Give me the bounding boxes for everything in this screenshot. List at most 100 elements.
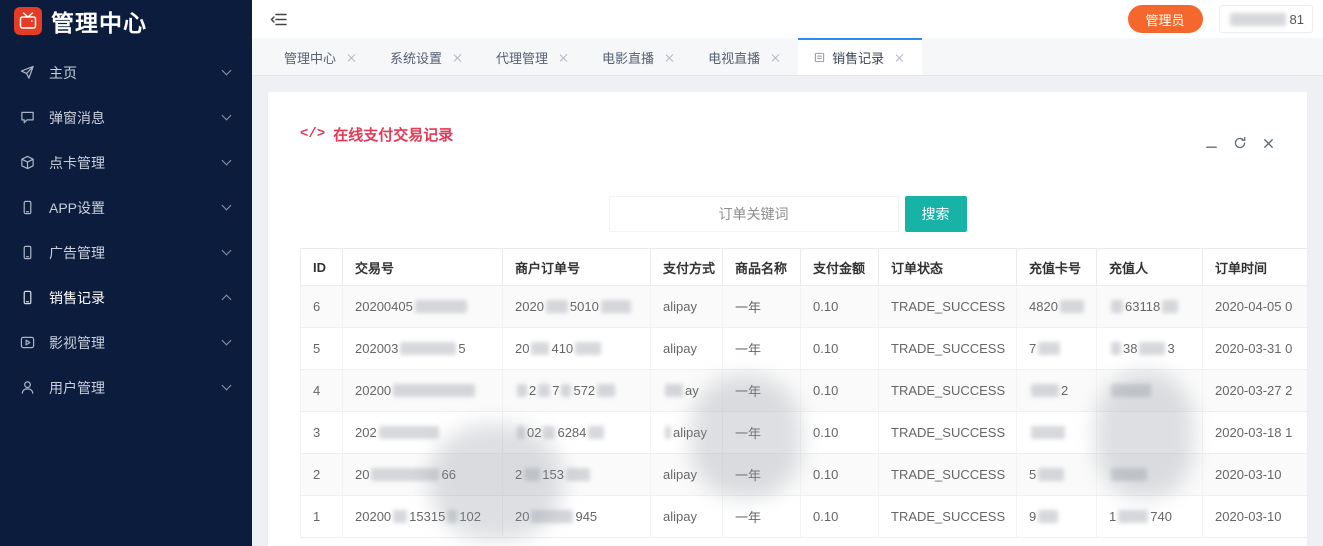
redacted-text [546,300,568,313]
redacted-text [1111,300,1123,313]
app-title: 管理中心 [51,4,147,38]
sidebar-item-sales-records[interactable]: 销售记录 [0,275,252,320]
table-cell: 20200405 [343,286,503,328]
table-cell: 0.10 [801,412,879,454]
chevron-down-icon [222,246,232,256]
table-cell: 4820 [1017,286,1097,328]
content-area: </> 在线支付交易记录 [252,76,1323,546]
table-cell: 383 [1097,328,1203,370]
close-icon[interactable] [558,52,570,64]
table-row: 220662153alipay一年0.10TRADE_SUCCESS52020-… [301,454,1308,496]
tab-management-center[interactable]: 管理中心 [268,38,374,75]
redacted-text [531,342,549,355]
sidebar-collapse-icon[interactable] [268,10,290,29]
document-icon [20,290,38,305]
table-cell: TRADE_SUCCESS [879,370,1017,412]
table-cell [1097,412,1203,454]
tab-system-settings[interactable]: 系统设置 [374,38,480,75]
column-header: 支付方式 [651,249,723,286]
table-cell: 2020015315102 [343,496,503,538]
sidebar-item-ad-management[interactable]: 广告管理 [0,230,252,275]
redacted-text [1111,468,1147,481]
sidebar-item-home[interactable]: 主页 [0,50,252,95]
table-cell: 一年 [723,328,801,370]
tab-sales-records[interactable]: 销售记录 [798,38,922,75]
redacted-text [566,468,590,481]
app-root: 管理中心 主页 弹窗消息 点卡管理 [0,0,1323,546]
redacted-text [415,300,467,313]
column-header: 订单状态 [879,249,1017,286]
table-cell: 20200 [343,370,503,412]
topbar-right: 管理员 81 [1128,5,1313,33]
table-cell: 2066 [343,454,503,496]
table-cell: 2020-03-31 0 [1203,328,1308,370]
table-cell: 2020-04-05 0 [1203,286,1308,328]
tab-movie-live[interactable]: 电影直播 [586,38,692,75]
mobile-icon [20,200,38,215]
table-row: 5202003520410alipay一年0.10TRADE_SUCCESS73… [301,328,1308,370]
table-cell: 6 [301,286,343,328]
message-icon [20,110,38,125]
table-cell: 3 [301,412,343,454]
table-cell: 2153 [503,454,651,496]
table-cell: TRADE_SUCCESS [879,496,1017,538]
redacted-text [447,510,457,523]
search-button[interactable]: 搜索 [905,196,967,232]
sidebar-nav: 主页 弹窗消息 点卡管理 APP设置 [0,42,252,410]
table-cell: 0.10 [801,370,879,412]
sidebar-item-label: 影视管理 [49,333,105,353]
admin-role-button[interactable]: 管理员 [1128,5,1203,33]
redacted-text [1060,300,1084,313]
sidebar-item-video-management[interactable]: 影视管理 [0,320,252,365]
column-header: 支付金额 [801,249,879,286]
table-wrap: ID交易号商户订单号支付方式商品名称支付金额订单状态充值卡号充值人订单时间 62… [300,248,1307,538]
search-input[interactable] [609,196,899,232]
sidebar-item-card-management[interactable]: 点卡管理 [0,140,252,185]
play-square-icon [20,335,38,350]
tab-label: 系统设置 [390,48,442,67]
table-cell: 27572 [503,370,651,412]
redacted-text [1038,342,1060,355]
redacted-text [1031,426,1065,439]
tab-agent-management[interactable]: 代理管理 [480,38,586,75]
close-icon[interactable] [664,52,676,64]
tab-tv-live[interactable]: 电视直播 [692,38,798,75]
table-cell [1097,370,1203,412]
sidebar-item-label: APP设置 [49,198,105,218]
panel-title: </> 在线支付交易记录 [300,124,453,145]
table-cell: 2020-03-10 [1203,496,1308,538]
table-cell: alipay [651,454,723,496]
sidebar-item-user-management[interactable]: 用户管理 [0,365,252,410]
redacted-text [1038,468,1064,481]
sidebar-item-popup-messages[interactable]: 弹窗消息 [0,95,252,140]
table-cell: 63118 [1097,286,1203,328]
redacted-text [1118,510,1148,523]
sidebar: 管理中心 主页 弹窗消息 点卡管理 [0,0,252,546]
main-area: 管理员 81 管理中心 系统设置 代理管理 电影直播 [252,0,1323,546]
table-cell: 1 [301,496,343,538]
table-cell: ay [651,370,723,412]
close-icon[interactable] [346,52,358,64]
table-cell: 2020-03-18 1 [1203,412,1308,454]
table-cell: 一年 [723,496,801,538]
redacted-text [531,510,573,523]
sidebar-item-app-settings[interactable]: APP设置 [0,185,252,230]
user-account[interactable]: 81 [1219,5,1313,33]
table-row: 3202026284alipay一年0.10TRADE_SUCCESS2020-… [301,412,1308,454]
column-header: ID [301,249,343,286]
search-bar: 搜索 [300,196,1275,232]
table-cell: 0.10 [801,328,879,370]
redacted-text [588,426,604,439]
table-cell: 一年 [723,412,801,454]
refresh-icon[interactable] [1233,136,1247,150]
close-icon[interactable] [452,52,464,64]
chevron-down-icon [222,66,232,76]
minimize-icon[interactable] [1205,137,1218,150]
table-cell: alipay [651,412,723,454]
close-icon[interactable] [1262,137,1275,150]
table-row: 42020027572ay一年0.10TRADE_SUCCESS22020-03… [301,370,1308,412]
close-icon[interactable] [894,52,906,64]
sidebar-item-label: 点卡管理 [49,153,105,173]
column-header: 商户订单号 [503,249,651,286]
close-icon[interactable] [770,52,782,64]
